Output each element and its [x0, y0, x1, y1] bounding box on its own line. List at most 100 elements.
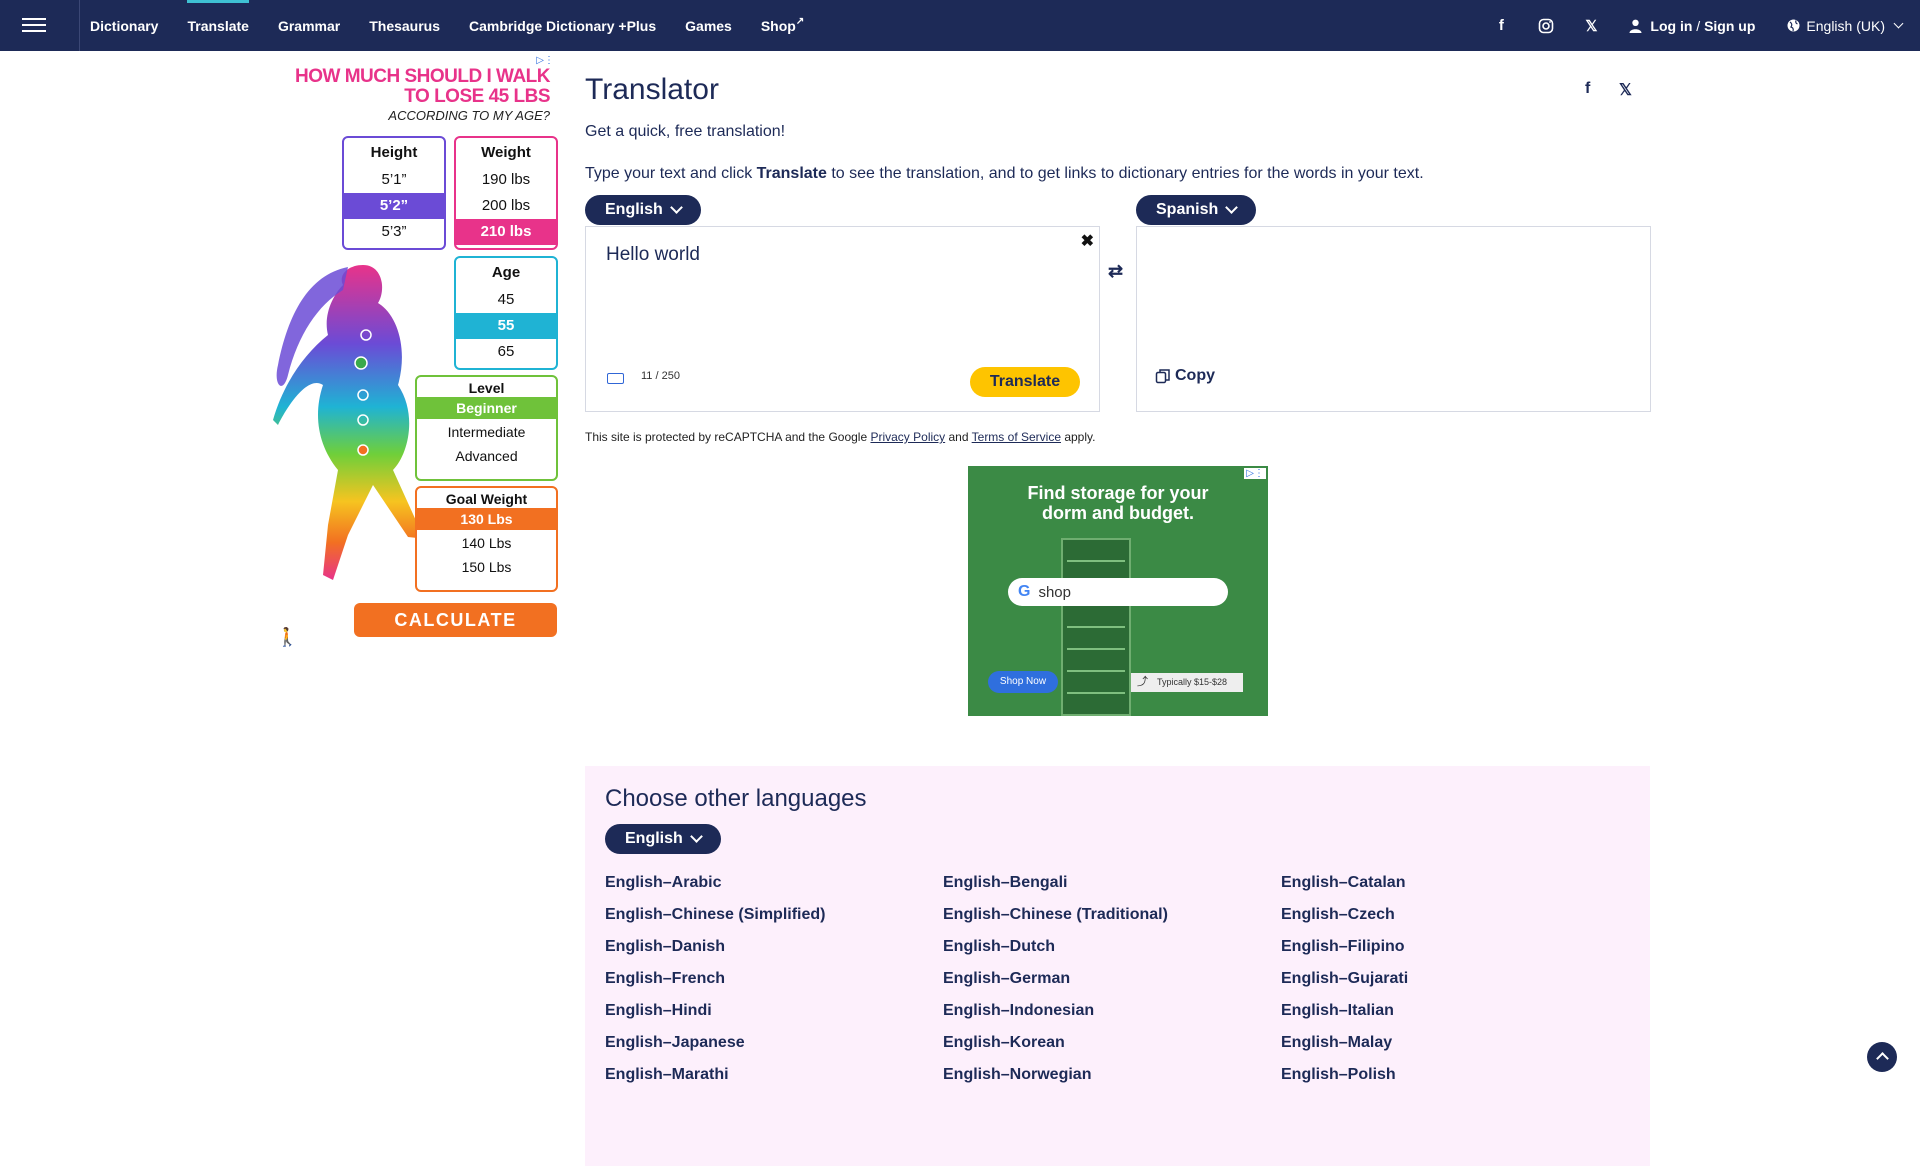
center-advertisement[interactable]: ▷⋮ Find storage for your dorm and budget…: [968, 466, 1268, 716]
height-option[interactable]: 5’3”: [344, 219, 444, 245]
top-navbar: Dictionary Translate Grammar Thesaurus C…: [0, 0, 1920, 51]
height-option[interactable]: 5’1”: [344, 167, 444, 193]
goal-weight-option[interactable]: 150 Lbs: [417, 554, 556, 578]
weight-option[interactable]: 200 lbs: [456, 193, 556, 219]
language-pair-link[interactable]: English–Bengali: [943, 874, 1281, 906]
language-pair-link[interactable]: English–Italian: [1281, 1002, 1619, 1034]
login-link[interactable]: Log in: [1650, 18, 1692, 34]
x-icon[interactable]: 𝕏: [1581, 16, 1601, 36]
menu-icon[interactable]: [22, 14, 46, 34]
shoe-shelf-image: [1061, 538, 1131, 716]
facebook-icon[interactable]: f: [1491, 16, 1511, 36]
age-option[interactable]: 65: [456, 339, 556, 365]
language-pair-link[interactable]: English–Malay: [1281, 1034, 1619, 1066]
site-language-selector[interactable]: English (UK): [1787, 18, 1904, 34]
clear-text-icon[interactable]: ✖: [1081, 231, 1094, 251]
language-pair-link[interactable]: English–Czech: [1281, 906, 1619, 938]
source-text-input[interactable]: Hello world: [606, 244, 700, 266]
price-text: Typically $15-$28: [1157, 677, 1228, 687]
language-pair-link[interactable]: English–Marathi: [605, 1066, 943, 1098]
dictionary-language-selector[interactable]: English: [605, 824, 721, 854]
goal-weight-selector[interactable]: Goal Weight 130 Lbs 140 Lbs 150 Lbs: [415, 486, 558, 592]
weight-selector[interactable]: Weight 190 lbs 200 lbs 210 lbs: [454, 136, 558, 250]
source-language-selector[interactable]: English: [585, 195, 701, 225]
language-pair-link[interactable]: English–French: [605, 970, 943, 1002]
age-title: Age: [491, 264, 521, 281]
level-option[interactable]: Intermediate: [417, 419, 556, 443]
ad-subhead: ACCORDING TO MY AGE?: [388, 108, 550, 123]
dictionary-language-label: English: [625, 830, 683, 847]
nav-links: Dictionary Translate Grammar Thesaurus C…: [90, 0, 833, 51]
nav-link-grammar[interactable]: Grammar: [278, 0, 340, 51]
translate-button[interactable]: Translate: [970, 367, 1080, 397]
level-selector[interactable]: Level Beginner Intermediate Advanced: [415, 375, 558, 481]
age-option[interactable]: 45: [456, 287, 556, 313]
shop-now-button[interactable]: Shop Now: [988, 671, 1058, 693]
language-pair-link[interactable]: English–Korean: [943, 1034, 1281, 1066]
language-pair-link[interactable]: English–Filipino: [1281, 938, 1619, 970]
left-advertisement[interactable]: ▷⋮ HOW MUCH SHOULD I WALK TO LOSE 45 LBS…: [268, 55, 560, 655]
instructions-pre: Type your text and click: [585, 165, 757, 182]
ad-headline: HOW MUCH SHOULD I WALK TO LOSE 45 LBS: [295, 66, 550, 107]
height-option-selected[interactable]: 5’2”: [344, 193, 444, 219]
weight-option[interactable]: 190 lbs: [456, 167, 556, 193]
weight-option-selected[interactable]: 210 lbs: [456, 219, 556, 245]
facebook-share-icon[interactable]: f: [1585, 80, 1590, 98]
nav-right: f 𝕏 Log in / Sign up English (UK): [1466, 0, 1904, 51]
language-pair-link[interactable]: English–Polish: [1281, 1066, 1619, 1098]
level-option[interactable]: Advanced: [417, 443, 556, 467]
signup-link[interactable]: Sign up: [1704, 18, 1755, 34]
nav-link-plus[interactable]: Cambridge Dictionary +Plus: [469, 0, 656, 51]
x-share-icon[interactable]: 𝕏: [1619, 80, 1632, 100]
language-pair-link[interactable]: English–Arabic: [605, 874, 943, 906]
nav-link-games[interactable]: Games: [685, 0, 732, 51]
copy-label: Copy: [1175, 367, 1215, 384]
copy-button[interactable]: Copy: [1155, 367, 1215, 385]
nav-link-translate[interactable]: Translate: [187, 0, 250, 51]
ad-choices-icon[interactable]: ▷⋮: [534, 55, 556, 66]
language-pair-link[interactable]: English–Chinese (Simplified): [605, 906, 943, 938]
page-subtitle: Get a quick, free translation!: [585, 123, 786, 140]
language-pair-link[interactable]: English–Japanese: [605, 1034, 943, 1066]
nav-link-thesaurus[interactable]: Thesaurus: [369, 0, 440, 51]
language-pair-list: English–Arabic English–Bengali English–Cat…: [605, 874, 1619, 1098]
external-link-icon: ↗: [795, 16, 805, 27]
age-option-selected[interactable]: 55: [456, 313, 556, 339]
privacy-policy-link[interactable]: Privacy Policy: [870, 430, 945, 444]
language-pair-link[interactable]: English–German: [943, 970, 1281, 1002]
keyboard-icon[interactable]: [607, 373, 624, 384]
back-to-top-button[interactable]: [1867, 1042, 1897, 1072]
height-selector[interactable]: Height 5’1” 5’2” 5’3”: [342, 136, 446, 250]
instructions: Type your text and click Translate to se…: [585, 165, 1424, 183]
recaptcha-and: and: [945, 430, 972, 444]
character-count: 11 / 250: [641, 370, 680, 382]
target-text-panel: Copy: [1136, 226, 1651, 412]
language-pair-link[interactable]: English–Gujarati: [1281, 970, 1619, 1002]
goal-weight-option-selected[interactable]: 130 Lbs: [417, 508, 556, 530]
nav-link-shop[interactable]: Shop ↗: [761, 0, 804, 51]
globe-icon: [1787, 19, 1800, 32]
language-pair-link[interactable]: English–Chinese (Traditional): [943, 906, 1281, 938]
ad-choices-icon[interactable]: ▷⋮: [1244, 468, 1266, 479]
swap-languages-icon[interactable]: ⇄: [1108, 261, 1123, 282]
instagram-icon[interactable]: [1536, 16, 1556, 36]
login-signup[interactable]: Log in / Sign up: [1629, 18, 1755, 34]
level-option-selected[interactable]: Beginner: [417, 397, 556, 419]
language-pair-link[interactable]: English–Dutch: [943, 938, 1281, 970]
age-selector[interactable]: Age 45 55 65: [454, 256, 558, 370]
goal-weight-option[interactable]: 140 Lbs: [417, 530, 556, 554]
language-pair-link[interactable]: English–Indonesian: [943, 1002, 1281, 1034]
ad-search-text: shop: [1038, 583, 1071, 601]
target-language-selector[interactable]: Spanish: [1136, 195, 1257, 225]
language-pair-link[interactable]: English–Danish: [605, 938, 943, 970]
page-title: Translator: [585, 73, 719, 106]
language-pair-link[interactable]: English–Hindi: [605, 1002, 943, 1034]
source-text-panel[interactable]: Hello world ✖ 11 / 250 Translate: [585, 226, 1100, 412]
calculate-button[interactable]: CALCULATE: [354, 603, 557, 637]
goal-weight-title: Goal Weight: [445, 491, 528, 507]
terms-of-service-link[interactable]: Terms of Service: [972, 430, 1061, 444]
user-icon: [1629, 19, 1642, 33]
language-pair-link[interactable]: English–Norwegian: [943, 1066, 1281, 1098]
language-pair-link[interactable]: English–Catalan: [1281, 874, 1619, 906]
nav-link-dictionary[interactable]: Dictionary: [90, 0, 158, 51]
